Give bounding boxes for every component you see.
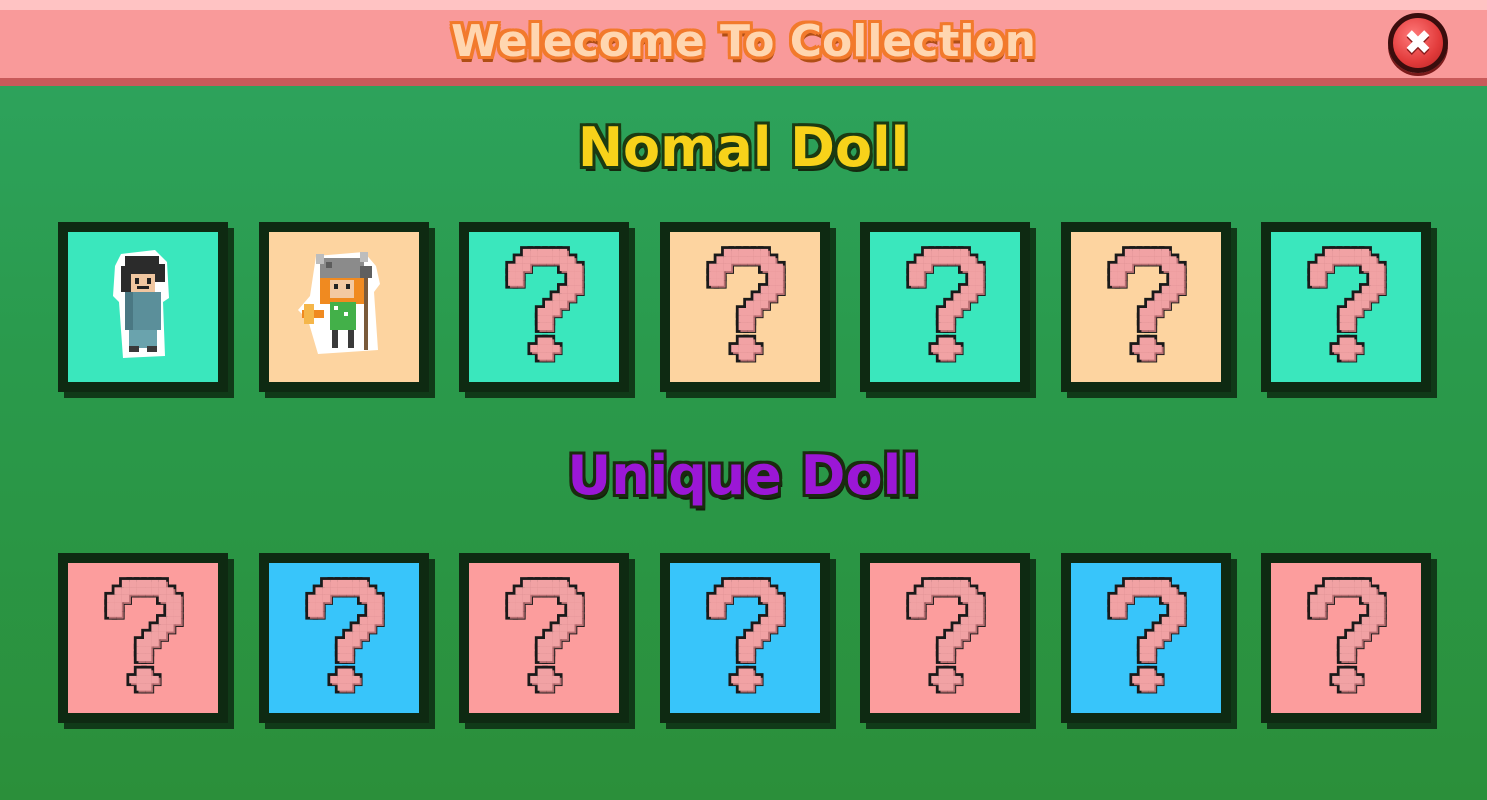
page-title: Welecome To Collection [450, 16, 1037, 67]
normal-doll-slot[interactable] [58, 222, 228, 392]
slot-background [268, 232, 419, 382]
normal-doll-slot[interactable] [860, 222, 1030, 392]
slot-background [870, 563, 1020, 713]
normal-doll-row [58, 222, 1438, 398]
slot-background [1070, 232, 1221, 382]
unique-doll-heading: Unique Doll [567, 444, 920, 507]
doll-viking-girl-icon [294, 240, 394, 370]
question-mark-icon [1099, 244, 1195, 372]
question-mark-icon [1299, 244, 1395, 372]
question-mark-icon [698, 575, 794, 703]
unique-doll-slot[interactable] [459, 553, 629, 723]
doll-hooded-boy-icon [93, 240, 193, 370]
normal-doll-slot[interactable] [1060, 222, 1231, 392]
question-mark-icon [1099, 575, 1195, 703]
normal-doll-slot[interactable] [258, 222, 429, 392]
question-mark-icon [898, 575, 994, 703]
question-mark-icon [497, 244, 593, 372]
slot-background [469, 232, 619, 382]
slot-background [469, 563, 619, 713]
header-bar: Welecome To Collection [0, 0, 1487, 86]
slot-background [68, 563, 218, 713]
unique-doll-slot[interactable] [1060, 553, 1231, 723]
slot-background [268, 563, 419, 713]
slot-background [669, 232, 820, 382]
normal-doll-slot[interactable] [1261, 222, 1431, 392]
question-mark-icon [898, 244, 994, 372]
unique-doll-slot[interactable] [258, 553, 429, 723]
close-button[interactable]: ✖ [1388, 13, 1448, 73]
slot-background [870, 232, 1020, 382]
question-mark-icon [1299, 575, 1395, 703]
slot-background [68, 232, 218, 382]
slot-background [669, 563, 820, 713]
unique-doll-slot[interactable] [860, 553, 1030, 723]
unique-doll-slot[interactable] [659, 553, 830, 723]
close-icon: ✖ [1403, 23, 1433, 63]
normal-doll-slot[interactable] [459, 222, 629, 392]
unique-doll-slot[interactable] [1261, 553, 1431, 723]
slot-background [1271, 563, 1421, 713]
unique-doll-row [58, 553, 1438, 729]
unique-doll-slot[interactable] [58, 553, 228, 723]
question-mark-icon [698, 244, 794, 372]
slot-background [1070, 563, 1221, 713]
question-mark-icon [96, 575, 192, 703]
question-mark-icon [297, 575, 393, 703]
question-mark-icon [497, 575, 593, 703]
normal-doll-heading: Nomal Doll [577, 116, 910, 179]
normal-doll-slot[interactable] [659, 222, 830, 392]
slot-background [1271, 232, 1421, 382]
